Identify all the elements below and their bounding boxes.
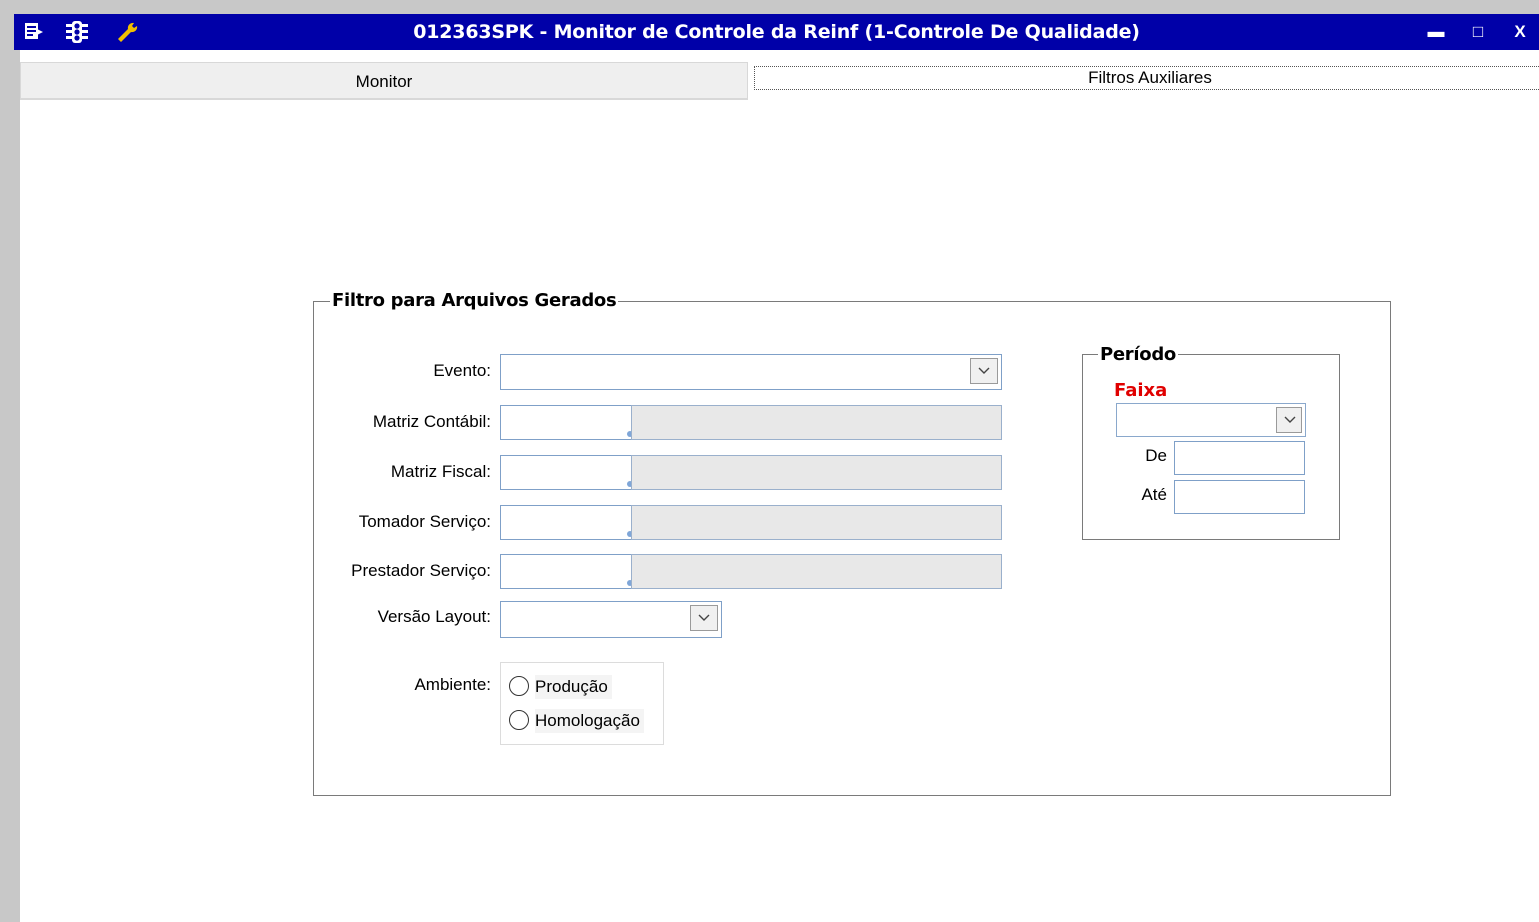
tab-filtros-auxiliares[interactable]: Filtros Auxiliares — [748, 62, 1539, 100]
minimize-button[interactable]: ▬ — [1420, 14, 1452, 50]
chevron-down-icon — [698, 614, 710, 621]
ate-date-input[interactable] — [1174, 480, 1305, 514]
faixa-label: Faixa — [1114, 380, 1168, 401]
radio-circle[interactable] — [509, 676, 529, 696]
title-bar: 012363SPK - Monitor de Controle da Reinf… — [14, 14, 1539, 50]
ambiente-label: Ambiente: — [414, 675, 491, 694]
tomador-servico-description — [631, 505, 1002, 540]
matriz-fiscal-input[interactable] — [500, 455, 632, 490]
versao-layout-dropdown-button[interactable] — [690, 605, 718, 631]
tomador-servico-label: Tomador Serviço: — [358, 512, 491, 531]
tab-filtros-label: Filtros Auxiliares — [1088, 68, 1212, 87]
close-button[interactable]: X — [1504, 14, 1536, 50]
window-frame-left — [0, 14, 14, 922]
matriz-contabil-input[interactable] — [500, 405, 632, 440]
radio-circle[interactable] — [509, 710, 529, 730]
periodo-legend: Período — [1098, 344, 1178, 365]
versao-layout-label: Versão Layout: — [377, 607, 491, 626]
matriz-contabil-label: Matriz Contábil: — [372, 412, 491, 431]
evento-dropdown-button[interactable] — [970, 358, 998, 384]
evento-label: Evento: — [433, 361, 491, 380]
faixa-dropdown-button[interactable] — [1276, 407, 1302, 433]
matriz-fiscal-description — [631, 455, 1002, 490]
prestador-servico-description — [631, 554, 1002, 589]
tab-monitor[interactable]: Monitor — [20, 62, 748, 100]
window-title: 012363SPK - Monitor de Controle da Reinf… — [413, 21, 1140, 43]
prestador-servico-label: Prestador Serviço: — [351, 561, 491, 580]
ambiente-radio-group: Produção Homologação — [500, 662, 664, 745]
radio-producao-label: Produção — [535, 675, 612, 699]
prestador-servico-input[interactable] — [500, 554, 632, 589]
maximize-button[interactable]: □ — [1462, 14, 1494, 50]
versao-layout-select[interactable] — [500, 601, 722, 638]
tab-monitor-label: Monitor — [355, 72, 413, 91]
client-area: Monitor Filtros Auxiliares Filtro para A… — [14, 50, 1539, 922]
matriz-contabil-description — [631, 405, 1002, 440]
tab-focus-rect: Filtros Auxiliares — [754, 66, 1539, 90]
window-frame-top — [0, 0, 1539, 14]
matriz-fiscal-label: Matriz Fiscal: — [390, 462, 491, 481]
de-date-input[interactable] — [1174, 441, 1305, 475]
evento-select[interactable] — [500, 354, 1002, 390]
tomador-servico-input[interactable] — [500, 505, 632, 540]
ate-label: Até — [1141, 485, 1167, 504]
de-label: De — [1145, 446, 1167, 465]
chevron-down-icon — [1284, 416, 1296, 423]
faixa-select[interactable] — [1116, 403, 1306, 437]
chevron-down-icon — [978, 367, 990, 374]
radio-homologacao-label: Homologação — [535, 709, 644, 733]
filtro-legend: Filtro para Arquivos Gerados — [330, 290, 619, 311]
